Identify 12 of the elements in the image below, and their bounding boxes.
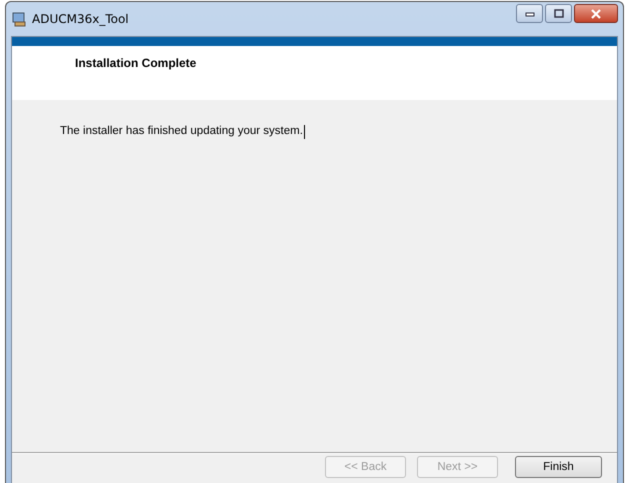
minimize-button[interactable] xyxy=(516,4,543,23)
maximize-button[interactable] xyxy=(545,4,572,23)
text-cursor xyxy=(304,125,305,139)
maximize-icon xyxy=(554,9,564,18)
window-title: ADUCM36x_Tool xyxy=(32,12,129,26)
minimize-icon xyxy=(524,10,534,16)
wizard-button[interactable]: Finish xyxy=(515,456,602,478)
page-heading: Installation Complete xyxy=(75,56,196,70)
close-icon xyxy=(590,8,602,18)
installer-icon xyxy=(11,11,27,27)
close-button[interactable] xyxy=(574,4,618,23)
status-message: The installer has finished updating your system. xyxy=(60,125,303,137)
